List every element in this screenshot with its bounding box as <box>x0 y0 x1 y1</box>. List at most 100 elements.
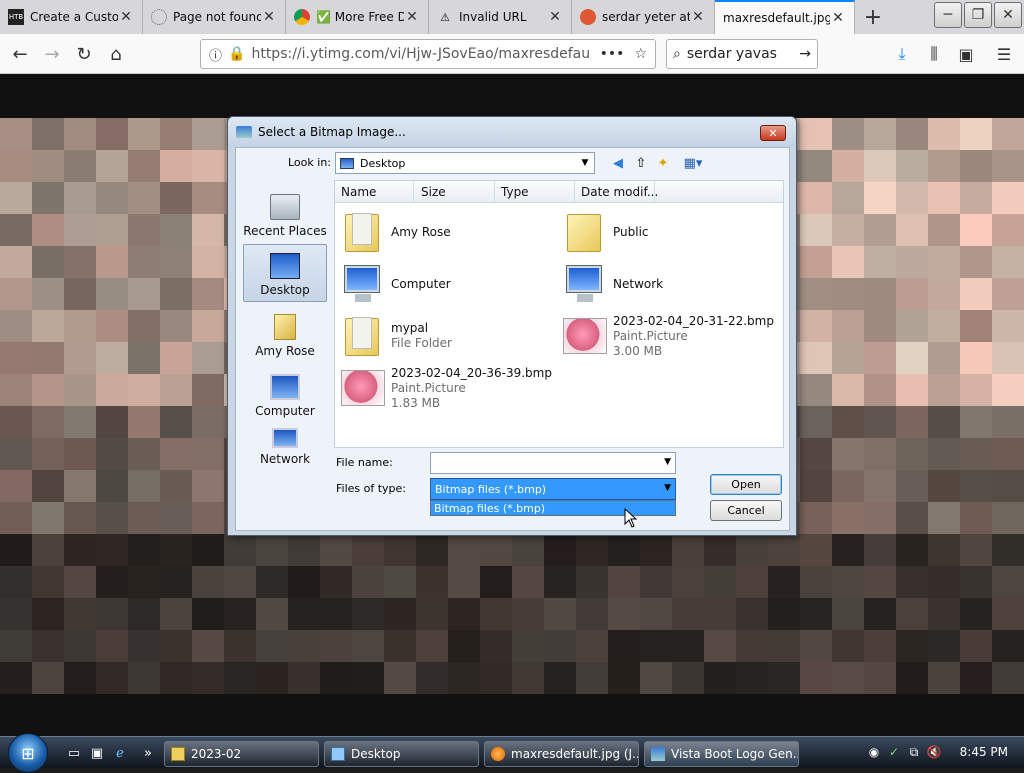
tab-invalid-url[interactable]: ⚠ Invalid URL ✕ <box>429 0 572 34</box>
place-computer[interactable]: Computer <box>243 364 327 422</box>
taskbar-button-desktop[interactable]: Desktop <box>324 741 479 767</box>
column-date-modified[interactable]: Date modif... <box>581 185 658 199</box>
page-actions-icon[interactable]: ••• <box>600 46 625 62</box>
list-item-amy-rose[interactable]: Amy Rose <box>339 207 559 257</box>
image-pixel-block <box>320 630 352 662</box>
url-bar[interactable]: ⓘ 🔒 https://i.ytimg.com/vi/Hjw-JSovEao/m… <box>200 39 656 69</box>
bookmark-star-icon[interactable]: ☆ <box>634 46 647 62</box>
place-desktop[interactable]: Desktop <box>243 244 327 302</box>
image-pixel-block <box>736 534 768 566</box>
close-tab-icon[interactable]: ✕ <box>547 9 563 25</box>
image-pixel-block <box>896 374 928 406</box>
switch-windows-icon[interactable]: ▣ <box>87 743 107 763</box>
tab-maxresdefault[interactable]: maxresdefault.jpg ( ✕ <box>715 0 855 34</box>
tab-create-custom[interactable]: HTB Create a Custo ✕ <box>0 0 143 34</box>
image-pixel-block <box>928 406 960 438</box>
place-amy-rose[interactable]: Amy Rose <box>243 304 327 362</box>
column-separator[interactable] <box>574 181 575 203</box>
image-pixel-block <box>512 662 544 694</box>
firefox-icon <box>491 747 505 761</box>
close-icon[interactable]: ✕ <box>994 2 1022 28</box>
close-tab-icon[interactable]: ✕ <box>830 10 846 26</box>
image-pixel-block <box>896 566 928 598</box>
search-go-icon[interactable]: → <box>799 46 811 62</box>
close-icon[interactable]: ✕ <box>760 125 786 141</box>
place-recent-places[interactable]: Recent Places <box>243 184 327 242</box>
chevron-down-icon[interactable]: ▼ <box>664 483 671 493</box>
column-type[interactable]: Type <box>501 185 529 199</box>
tab-serdar-yeter[interactable]: serdar yeter at ✕ <box>572 0 715 34</box>
image-pixel-block <box>736 598 768 630</box>
column-separator[interactable] <box>413 181 414 203</box>
reload-icon[interactable]: ↻ <box>70 40 98 68</box>
info-icon[interactable]: ⓘ <box>209 45 222 64</box>
list-item-computer[interactable]: Computer <box>339 259 559 309</box>
file-type-dropdown[interactable]: Bitmap files (*.bmp) ▼ <box>430 478 676 500</box>
image-pixel-block <box>0 534 32 566</box>
internet-explorer-icon[interactable]: ℯ <box>110 743 130 763</box>
image-pixel-block <box>384 566 416 598</box>
look-in-dropdown[interactable]: Desktop ▼ <box>335 152 595 174</box>
image-pixel-block <box>256 566 288 598</box>
up-folder-icon[interactable]: ⇧ <box>632 154 650 172</box>
sidebar-icon[interactable]: ▣ <box>952 40 980 68</box>
taskbar-button-vista-boot-logo[interactable]: Vista Boot Logo Gen... <box>644 741 799 767</box>
network-tray-icon[interactable]: ⧉ <box>906 743 922 761</box>
restore-icon[interactable]: ❐ <box>964 2 992 28</box>
show-desktop-icon[interactable]: ▭ <box>64 743 84 763</box>
search-bar[interactable]: ⌕ serdar yavas → <box>666 39 818 69</box>
list-item-mypal[interactable]: mypal File Folder <box>339 311 559 361</box>
column-size[interactable]: Size <box>421 185 446 199</box>
view-menu-icon[interactable]: ▦▾ <box>680 154 706 172</box>
cancel-button[interactable]: Cancel <box>710 500 782 521</box>
image-pixel-block <box>960 630 992 662</box>
chevron-down-icon[interactable]: ▼ <box>664 457 671 467</box>
image-pixel-block <box>416 566 448 598</box>
volume-muted-icon[interactable]: 🔇 <box>926 743 942 761</box>
dialog-titlebar[interactable]: Select a Bitmap Image... <box>228 117 796 147</box>
place-network[interactable]: Network <box>243 424 327 470</box>
image-pixel-block <box>928 566 960 598</box>
start-button[interactable]: ⊞ <box>8 733 48 773</box>
forward-icon[interactable]: → <box>38 40 66 68</box>
close-tab-icon[interactable]: ✕ <box>261 9 277 25</box>
image-pixel-block <box>960 406 992 438</box>
tab-page-not-found[interactable]: Page not found ✕ <box>143 0 286 34</box>
minimize-icon[interactable]: ─ <box>934 2 962 28</box>
chrome-tray-icon[interactable]: ◉ <box>866 743 882 761</box>
column-separator[interactable] <box>654 181 655 203</box>
new-folder-icon[interactable]: ✦ <box>654 154 672 172</box>
taskbar-button-2023-02[interactable]: 2023-02 <box>164 741 319 767</box>
list-item-bmp-20-36-39[interactable]: 2023-02-04_20-36-39.bmp Paint.Picture 1.… <box>339 363 559 413</box>
image-pixel-block <box>96 374 128 406</box>
taskbar-button-maxresdefault[interactable]: maxresdefault.jpg (J... <box>484 741 639 767</box>
item-name: 2023-02-04_20-31-22.bmp <box>613 313 774 328</box>
back-icon[interactable]: ← <box>6 40 34 68</box>
back-icon[interactable]: ◀ <box>609 154 627 172</box>
library-icon[interactable]: ⫼ <box>920 40 948 68</box>
close-tab-icon[interactable]: ✕ <box>690 9 706 25</box>
download-icon[interactable]: ⤓ <box>888 40 916 68</box>
image-pixel-block <box>640 630 672 662</box>
image-pixel-block <box>704 630 736 662</box>
search-input[interactable]: serdar yavas <box>681 46 799 62</box>
list-item-bmp-20-31-22[interactable]: 2023-02-04_20-31-22.bmp Paint.Picture 3.… <box>561 311 781 361</box>
close-tab-icon[interactable]: ✕ <box>118 9 134 25</box>
home-icon[interactable]: ⌂ <box>102 40 130 68</box>
file-list[interactable]: Name Size Type Date modif... Amy Rose Pu… <box>334 180 784 448</box>
column-name[interactable]: Name <box>341 185 376 199</box>
list-item-public[interactable]: Public <box>561 207 781 257</box>
menu-icon[interactable]: ☰ <box>990 40 1018 68</box>
new-tab-icon[interactable]: + <box>855 0 891 34</box>
close-tab-icon[interactable]: ✕ <box>404 9 420 25</box>
clock[interactable]: 8:45 PM <box>960 745 1008 759</box>
checkmark-tray-icon[interactable]: ✓ <box>886 743 902 761</box>
list-item-network[interactable]: Network <box>561 259 781 309</box>
file-name-input[interactable]: ▼ <box>430 452 676 474</box>
file-type-option[interactable]: Bitmap files (*.bmp) <box>430 500 676 516</box>
column-separator[interactable] <box>494 181 495 203</box>
tab-more-free[interactable]: ✅ More Free D ✕ <box>286 0 429 34</box>
open-button[interactable]: Open <box>710 474 782 495</box>
quicklaunch-overflow-icon[interactable]: » <box>138 743 158 763</box>
url-text[interactable]: https://i.ytimg.com/vi/Hjw-JSovEao/maxre… <box>251 46 589 62</box>
